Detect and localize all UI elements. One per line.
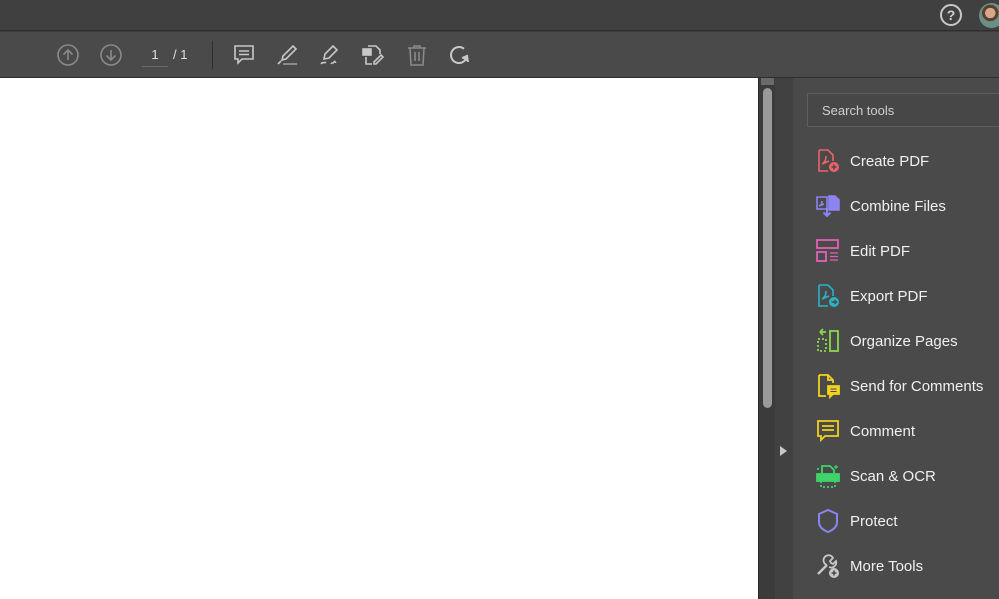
comment-icon [815,418,841,444]
delete-tool-button[interactable] [403,41,431,69]
tool-label: Send for Comments [850,377,984,395]
tool-label: Scan & OCR [850,467,936,485]
total-pages: / 1 [173,47,188,62]
tool-label: Edit PDF [850,242,911,260]
top-bar: ? [0,0,999,31]
tool-organize-pages[interactable]: Organize Pages [815,324,999,358]
scrollbar-thumb[interactable] [763,88,772,408]
user-avatar[interactable] [979,3,999,28]
combine-files-icon [815,193,841,219]
document-page[interactable] [0,78,758,599]
export-pdf-icon [815,283,841,309]
tool-send-for-comments[interactable]: Send for Comments [815,369,999,403]
highlighter-icon [277,44,298,65]
scrollbar-cap [761,78,774,85]
send-for-comments-icon [815,373,841,399]
more-tools-icon [815,553,841,579]
tool-label: Comment [850,422,916,440]
tool-edit-pdf[interactable]: Edit PDF [815,234,999,268]
scan-ocr-icon [815,463,841,489]
arrow-up-circle-icon [57,44,79,66]
toolbar-divider [212,41,213,69]
tool-label: Organize Pages [850,332,958,350]
edit-pdf-icon [815,238,841,264]
next-page-button[interactable] [97,41,125,69]
previous-page-button[interactable] [54,41,82,69]
tool-export-pdf[interactable]: Export PDF [815,279,999,313]
chevron-right-icon [780,446,787,456]
shield-icon [815,508,841,534]
edit-document-icon [362,45,385,65]
tool-label: Combine Files [850,197,946,215]
current-page-input[interactable]: 1 [142,45,168,67]
vertical-scrollbar[interactable] [758,78,775,599]
tool-protect[interactable]: Protect [815,504,999,538]
tool-scan-ocr[interactable]: Scan & OCR [815,459,999,493]
tool-label: Create PDF [850,152,930,170]
trash-icon [408,45,426,66]
rotate-tool-button[interactable] [446,41,474,69]
search-tools-input[interactable] [807,93,999,127]
tool-label: Protect [850,512,898,530]
arrow-down-circle-icon [100,44,122,66]
sign-tool-button[interactable] [316,41,344,69]
collapse-panel-button[interactable] [775,78,793,599]
comment-tool-button[interactable] [230,41,258,69]
tool-combine-files[interactable]: Combine Files [815,189,999,223]
tool-more-tools[interactable]: More Tools [815,549,999,583]
help-icon[interactable]: ? [940,4,962,26]
comment-icon [234,45,254,65]
create-pdf-icon [815,148,841,174]
tool-label: More Tools [850,557,924,575]
tool-comment[interactable]: Comment [815,414,999,448]
organize-pages-icon [815,328,841,354]
tools-panel: Create PDF Combine Files Edit PDF Export… [793,78,999,599]
tool-label: Export PDF [850,287,928,305]
edit-tool-button[interactable] [359,41,387,69]
rotate-icon [450,46,469,64]
toolbar: 1 / 1 [0,32,999,78]
tool-create-pdf[interactable]: Create PDF [815,144,999,178]
pen-sign-icon [320,44,339,65]
highlight-tool-button[interactable] [273,41,301,69]
